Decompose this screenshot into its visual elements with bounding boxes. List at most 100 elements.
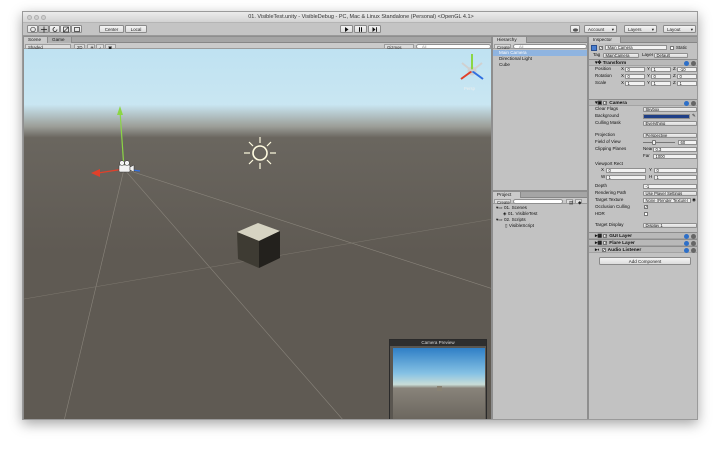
viewport-h-input[interactable]: 1: [654, 174, 697, 180]
background-color-swatch[interactable]: [643, 113, 690, 119]
eyedropper-icon[interactable]: ✎: [692, 113, 696, 119]
tag-dropdown[interactable]: MainCamera: [603, 52, 639, 58]
culling-mask-dropdown[interactable]: Everything: [643, 120, 697, 126]
rect-tool-button[interactable]: [71, 25, 82, 33]
target-display-dropdown[interactable]: Display 1: [643, 222, 697, 228]
x-axis-arrow[interactable]: [91, 169, 100, 177]
effects-dropdown[interactable]: ▣: [105, 43, 116, 50]
y-axis-arrow[interactable]: [117, 106, 123, 115]
hand-tool-button[interactable]: [27, 25, 38, 33]
camera-header[interactable]: ▾▣ ✓ Camera: [589, 99, 697, 106]
tab-hierarchy-label: Hierarchy: [497, 37, 517, 42]
fov-slider-thumb[interactable]: [651, 139, 656, 145]
rotation-y-input[interactable]: 0: [651, 73, 671, 79]
help-icon[interactable]: [684, 248, 689, 253]
directional-light-icon[interactable]: [244, 137, 276, 169]
viewport-x-input[interactable]: 0: [606, 167, 646, 173]
rotation-z-input[interactable]: 0: [677, 73, 697, 79]
position-x-input[interactable]: 0: [625, 66, 645, 72]
hdr-checkbox[interactable]: [644, 211, 648, 216]
near-input[interactable]: 0.3: [653, 146, 697, 152]
hierarchy-create-label: Create: [497, 44, 510, 50]
active-checkbox[interactable]: ✓: [599, 45, 603, 50]
toggle-2d-button[interactable]: 2D: [74, 43, 85, 50]
depth-input[interactable]: -1: [643, 183, 697, 189]
cloud-icon: [572, 28, 578, 32]
scale-x-input[interactable]: 1: [625, 80, 645, 86]
audio-listener-header[interactable]: ▸◐ ✓ Audio Listener: [589, 246, 697, 253]
rendering-path-dropdown[interactable]: Use Player Settings: [643, 190, 697, 196]
hierarchy-create-button[interactable]: Create: [494, 43, 511, 50]
project-create-button[interactable]: Create: [494, 198, 511, 205]
step-button[interactable]: [368, 25, 381, 33]
gui-layer-checkbox[interactable]: ✓: [603, 233, 608, 238]
project-item-label: VisibleScript: [508, 223, 535, 228]
projection-dropdown[interactable]: Perspective: [643, 132, 697, 138]
viewport-w-input[interactable]: 1: [606, 174, 646, 180]
filter-label-button[interactable]: ◆: [575, 198, 582, 205]
object-name-input[interactable]: Main Camera: [605, 45, 667, 50]
pause-button[interactable]: [354, 25, 367, 33]
pivot-local-button[interactable]: Local: [125, 25, 147, 33]
rotation-x-input[interactable]: 0: [625, 73, 645, 79]
position-z-input[interactable]: -10: [677, 66, 697, 72]
static-checkbox[interactable]: [670, 45, 674, 50]
scene-search-input[interactable]: All: [416, 43, 491, 49]
camera-gizmo-icon[interactable]: [118, 160, 135, 173]
audio-toggle[interactable]: ♪: [96, 43, 104, 50]
gear-icon[interactable]: [691, 248, 696, 253]
project-search-input[interactable]: [513, 198, 563, 204]
audio-listener-checkbox[interactable]: ✓: [601, 247, 606, 252]
hierarchy-search-input[interactable]: All: [513, 43, 587, 49]
scene-viewport[interactable]: Persp Camera Preview: [24, 49, 491, 419]
flare-layer-header[interactable]: ▸▦ ✓ Flare Layer: [589, 239, 697, 246]
minimize-window-button[interactable]: [34, 15, 39, 20]
position-y-input[interactable]: 1: [651, 66, 671, 72]
occlusion-culling-checkbox[interactable]: ✓: [644, 204, 648, 209]
scale-tool-button[interactable]: [60, 25, 71, 33]
layout-dropdown[interactable]: Layout ▾: [663, 25, 696, 33]
rotate-tool-button[interactable]: [49, 25, 60, 33]
fov-input[interactable]: 60: [678, 139, 697, 145]
cube-object[interactable]: [237, 223, 280, 268]
project-item-visiblescript[interactable]: ▯ VisibleScript: [493, 223, 587, 229]
account-dropdown[interactable]: Account ▾: [584, 25, 617, 33]
hierarchy-panel: Hierarchy Create All Main Camera Directi…: [492, 36, 588, 191]
clear-flags-dropdown[interactable]: Skybox: [643, 106, 697, 112]
persp-label[interactable]: Persp: [464, 86, 475, 91]
orientation-gizmo[interactable]: [460, 54, 484, 80]
move-tool-button[interactable]: [38, 25, 49, 33]
step-icon: [372, 27, 377, 32]
close-window-button[interactable]: [27, 15, 32, 20]
culling-mask-label: Culling Mask: [595, 120, 621, 125]
transform-header[interactable]: ▾✥ Transform: [589, 59, 697, 66]
viewport-y-input[interactable]: 0: [654, 167, 697, 173]
scale-z-input[interactable]: 1: [677, 80, 697, 86]
hdr-row: HDR: [589, 211, 697, 217]
object-picker-icon[interactable]: ◉: [692, 197, 696, 203]
scale-y-input[interactable]: 1: [651, 80, 671, 86]
add-component-button[interactable]: Add Component: [599, 257, 691, 265]
gui-layer-header[interactable]: ▸▦ ✓ GUI Layer: [589, 232, 697, 239]
collab-cloud-button[interactable]: [570, 25, 580, 33]
target-texture-field[interactable]: None (Render Texture): [643, 197, 691, 203]
flare-layer-checkbox[interactable]: ✓: [603, 240, 608, 245]
tab-inspector[interactable]: Inspector: [589, 37, 621, 43]
vp-y-label: Y: [649, 167, 653, 172]
lighting-toggle[interactable]: ☀: [87, 43, 95, 50]
pivot-center-button[interactable]: Center: [99, 25, 124, 33]
layer-dropdown[interactable]: Default: [654, 52, 688, 58]
zoom-window-button[interactable]: [41, 15, 46, 20]
shading-mode-dropdown[interactable]: Shaded: [25, 43, 71, 50]
y-axis-handle[interactable]: [119, 110, 125, 170]
hierarchy-item-cube[interactable]: Cube: [493, 62, 587, 68]
layers-dropdown[interactable]: Layers ▾: [624, 25, 657, 33]
play-button[interactable]: [340, 25, 353, 33]
folder-expanded-icon: ▾▭: [496, 205, 504, 210]
filter-type-button[interactable]: ▤: [566, 198, 573, 205]
camera-enabled-checkbox[interactable]: ✓: [603, 100, 608, 105]
fov-slider-track[interactable]: [643, 139, 675, 145]
far-input[interactable]: 1000: [653, 153, 697, 159]
background-row: Background ✎: [589, 113, 697, 119]
gizmos-dropdown[interactable]: Gizmos: [384, 43, 414, 50]
